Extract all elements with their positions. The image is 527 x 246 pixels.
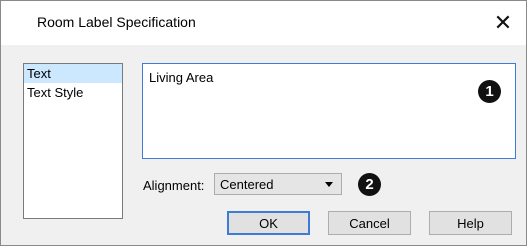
close-icon: ✕ bbox=[493, 10, 513, 35]
alignment-label: Alignment: bbox=[143, 178, 205, 193]
callout-badge-1: 1 bbox=[478, 80, 501, 103]
help-button[interactable]: Help bbox=[429, 211, 512, 235]
cancel-button[interactable]: Cancel bbox=[328, 211, 411, 235]
alignment-selected-value: Centered bbox=[220, 177, 274, 192]
label-text-value: Living Area bbox=[149, 70, 214, 85]
room-label-dialog: Room Label Specification ✕ Text Text Sty… bbox=[0, 0, 527, 246]
title-bar: Room Label Specification ✕ bbox=[1, 1, 526, 45]
dialog-title: Room Label Specification bbox=[37, 14, 196, 30]
alignment-select[interactable]: Centered bbox=[214, 173, 342, 195]
list-item-text-style[interactable]: Text Style bbox=[24, 83, 122, 102]
label-text-input[interactable]: Living Area bbox=[142, 63, 516, 159]
ok-button[interactable]: OK bbox=[227, 211, 310, 235]
dropdown-arrow-icon bbox=[325, 182, 333, 187]
list-item-text[interactable]: Text bbox=[24, 64, 122, 83]
callout-badge-2: 2 bbox=[358, 173, 381, 196]
close-button[interactable]: ✕ bbox=[480, 1, 526, 45]
panel-list: Text Text Style bbox=[23, 63, 123, 219]
